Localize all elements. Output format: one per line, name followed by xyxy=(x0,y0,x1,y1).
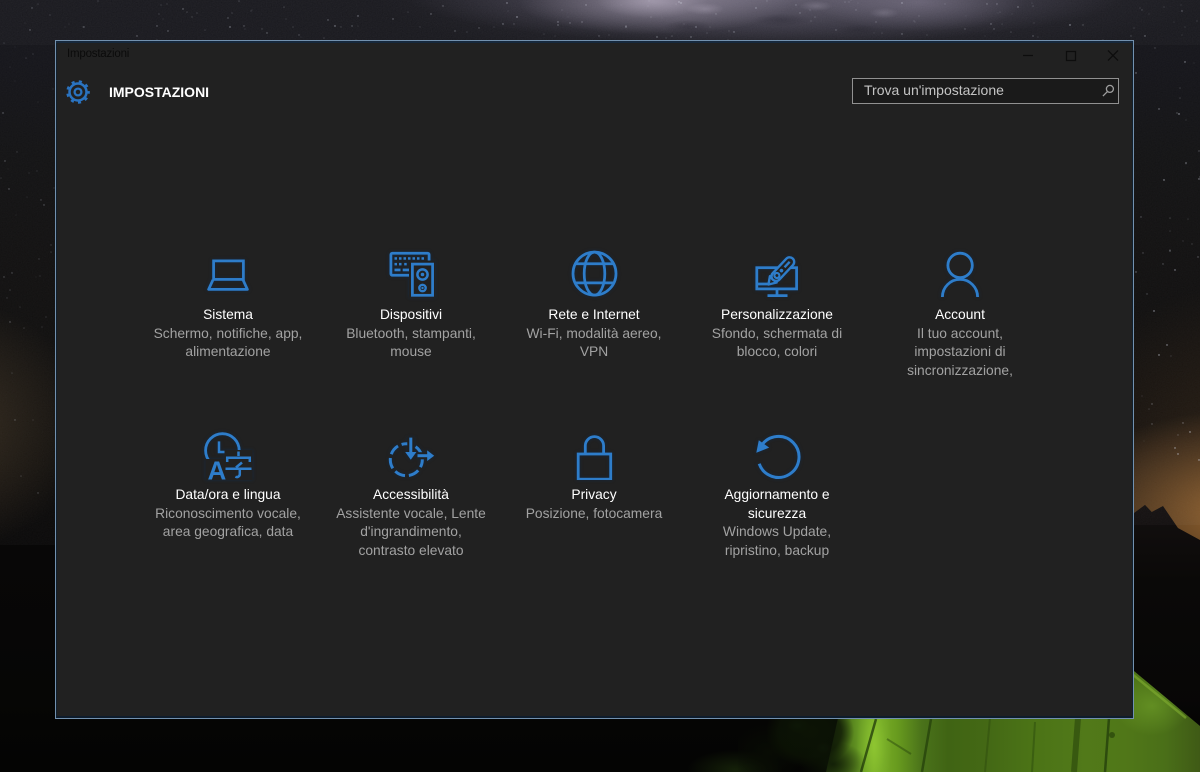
svg-text:A: A xyxy=(208,456,227,481)
